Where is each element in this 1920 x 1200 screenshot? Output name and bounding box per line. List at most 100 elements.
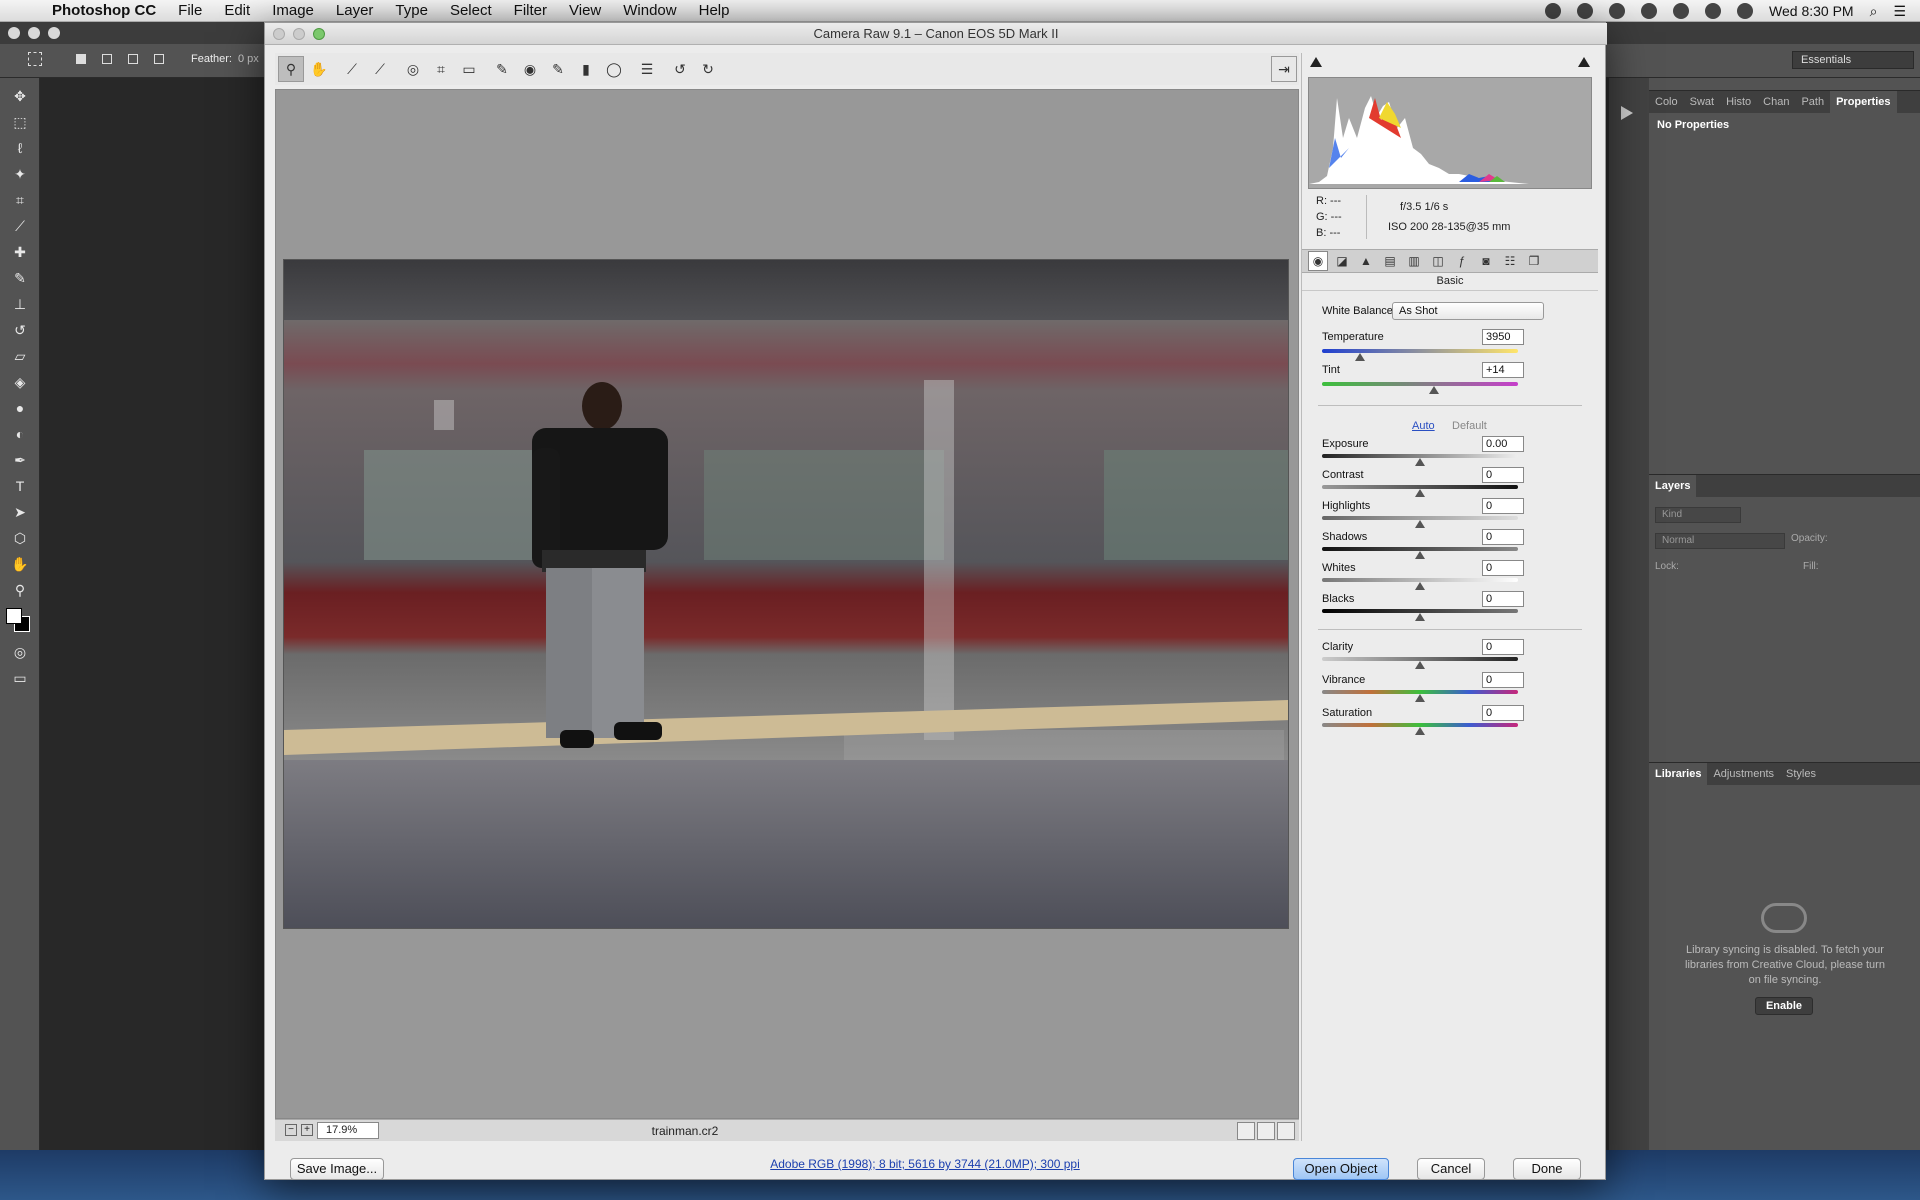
clarity-field[interactable]: 0 xyxy=(1482,639,1524,655)
save-image-button[interactable]: Save Image... xyxy=(290,1158,384,1180)
menu-layer[interactable]: Layer xyxy=(336,2,374,19)
contrast-thumb[interactable] xyxy=(1415,489,1425,497)
tone-curve-icon[interactable]: ◪ xyxy=(1332,251,1352,271)
minimize-icon[interactable] xyxy=(28,27,40,39)
split-toning-icon[interactable]: ▥ xyxy=(1404,251,1424,271)
color-swatches[interactable] xyxy=(6,608,36,634)
hand-tool-icon[interactable]: ✋ xyxy=(306,56,332,82)
menu-type[interactable]: Type xyxy=(395,2,428,19)
highlight-clipping-icon[interactable] xyxy=(1578,57,1590,67)
saturation-thumb[interactable] xyxy=(1415,727,1425,735)
cancel-button[interactable]: Cancel xyxy=(1417,1158,1485,1180)
tab-styles[interactable]: Styles xyxy=(1780,768,1822,780)
highlights-thumb[interactable] xyxy=(1415,520,1425,528)
stamp-tool-icon[interactable]: ⊥ xyxy=(10,296,30,312)
workspace-switcher[interactable]: Essentials xyxy=(1792,51,1914,69)
tab-histogram[interactable]: Histo xyxy=(1720,96,1757,108)
crop-tool-icon[interactable]: ⌗ xyxy=(428,56,454,82)
swap-icon[interactable] xyxy=(1257,1122,1275,1140)
rotate-left-icon[interactable]: ↺ xyxy=(667,56,693,82)
tint-thumb[interactable] xyxy=(1429,386,1439,394)
detail-icon[interactable]: ▲ xyxy=(1356,251,1376,271)
tab-properties[interactable]: Properties xyxy=(1830,91,1897,113)
subtract-selection-icon[interactable] xyxy=(128,54,138,64)
tab-color[interactable]: Colo xyxy=(1649,96,1684,108)
menu-select[interactable]: Select xyxy=(450,2,492,19)
quick-mask-icon[interactable]: ◎ xyxy=(10,644,30,660)
menu-image[interactable]: Image xyxy=(272,2,314,19)
red-eye-icon[interactable]: ◉ xyxy=(517,56,543,82)
spotlight-icon[interactable]: ⌕ xyxy=(1870,3,1878,20)
tab-paths[interactable]: Path xyxy=(1795,96,1830,108)
tint-field[interactable]: +14 xyxy=(1482,362,1524,378)
graduated-filter-icon[interactable]: ▮ xyxy=(573,56,599,82)
add-selection-icon[interactable] xyxy=(102,54,112,64)
menu-help[interactable]: Help xyxy=(699,2,730,19)
exposure-field[interactable]: 0.00 xyxy=(1482,436,1524,452)
basic-panel-icon[interactable]: ◉ xyxy=(1308,251,1328,271)
crop-tool-icon[interactable]: ⌗ xyxy=(10,192,30,208)
default-link[interactable]: Default xyxy=(1452,420,1487,432)
volume-icon[interactable] xyxy=(1737,3,1754,19)
shadows-thumb[interactable] xyxy=(1415,551,1425,559)
screen-mode-icon[interactable]: ▭ xyxy=(10,670,30,686)
fullscreen-icon[interactable]: ⇥ xyxy=(1271,56,1297,82)
menu-window[interactable]: Window xyxy=(623,2,676,19)
lasso-tool-icon[interactable]: ℓ xyxy=(10,140,30,156)
zoom-tool-icon[interactable]: ⚲ xyxy=(278,56,304,82)
marquee-preset-icon[interactable] xyxy=(28,52,42,66)
eraser-icon[interactable]: ▱ xyxy=(10,348,30,364)
targeted-adjustment-icon[interactable]: ◎ xyxy=(400,56,426,82)
blacks-thumb[interactable] xyxy=(1415,613,1425,621)
dialog-minimize-icon[interactable] xyxy=(293,28,305,40)
shadows-field[interactable]: 0 xyxy=(1482,529,1524,545)
contrast-field[interactable]: 0 xyxy=(1482,467,1524,483)
icloud-icon[interactable] xyxy=(1609,3,1626,19)
notification-center-icon[interactable]: ☰ xyxy=(1893,3,1906,20)
white-balance-tool-icon[interactable]: ⟋ xyxy=(339,56,365,82)
layer-filter-kind[interactable]: Kind xyxy=(1655,507,1741,523)
dialog-close-icon[interactable] xyxy=(273,28,285,40)
intersect-selection-icon[interactable] xyxy=(154,54,164,64)
zoom-out-icon[interactable]: − xyxy=(285,1124,297,1136)
menu-edit[interactable]: Edit xyxy=(224,2,250,19)
auto-link[interactable]: Auto xyxy=(1412,420,1435,432)
presets-icon[interactable]: ☷ xyxy=(1500,251,1520,271)
new-selection-icon[interactable] xyxy=(76,54,86,64)
magic-wand-icon[interactable]: ✦ xyxy=(10,166,30,182)
open-object-button[interactable]: Open Object xyxy=(1293,1158,1389,1180)
temperature-thumb[interactable] xyxy=(1355,353,1365,361)
blacks-field[interactable]: 0 xyxy=(1482,591,1524,607)
flag-icon[interactable] xyxy=(1705,3,1722,19)
enable-button[interactable]: Enable xyxy=(1755,997,1813,1015)
creative-cloud-icon[interactable] xyxy=(1545,3,1562,19)
tab-libraries[interactable]: Libraries xyxy=(1649,763,1708,785)
close-icon[interactable] xyxy=(8,27,20,39)
dropbox-icon[interactable] xyxy=(1577,3,1594,19)
effects-icon[interactable]: ƒ xyxy=(1452,251,1472,271)
tab-channels[interactable]: Chan xyxy=(1757,96,1795,108)
preferences-icon[interactable]: ☰ xyxy=(634,56,660,82)
zoom-in-icon[interactable]: + xyxy=(301,1124,313,1136)
whites-thumb[interactable] xyxy=(1415,582,1425,590)
menu-view[interactable]: View xyxy=(569,2,601,19)
highlights-field[interactable]: 0 xyxy=(1482,498,1524,514)
time-machine-icon[interactable] xyxy=(1673,3,1690,19)
hand-tool-icon[interactable]: ✋ xyxy=(10,556,30,572)
tab-adjustments[interactable]: Adjustments xyxy=(1707,768,1780,780)
copy-settings-icon[interactable] xyxy=(1277,1122,1295,1140)
exposure-thumb[interactable] xyxy=(1415,458,1425,466)
move-tool-icon[interactable]: ✥ xyxy=(10,88,30,104)
zoom-level-select[interactable]: 17.9% xyxy=(317,1122,379,1139)
hsl-icon[interactable]: ▤ xyxy=(1380,251,1400,271)
clarity-thumb[interactable] xyxy=(1415,661,1425,669)
clock[interactable]: Wed 8:30 PM xyxy=(1769,3,1854,19)
straighten-tool-icon[interactable]: ▭ xyxy=(456,56,482,82)
dialog-zoom-icon[interactable] xyxy=(313,28,325,40)
dodge-tool-icon[interactable]: ◐ xyxy=(10,426,30,442)
temperature-slider[interactable] xyxy=(1322,349,1518,353)
healing-brush-icon[interactable]: ✚ xyxy=(10,244,30,260)
whites-field[interactable]: 0 xyxy=(1482,560,1524,576)
zoom-icon[interactable] xyxy=(48,27,60,39)
paint-bucket-icon[interactable]: ◈ xyxy=(10,374,30,390)
